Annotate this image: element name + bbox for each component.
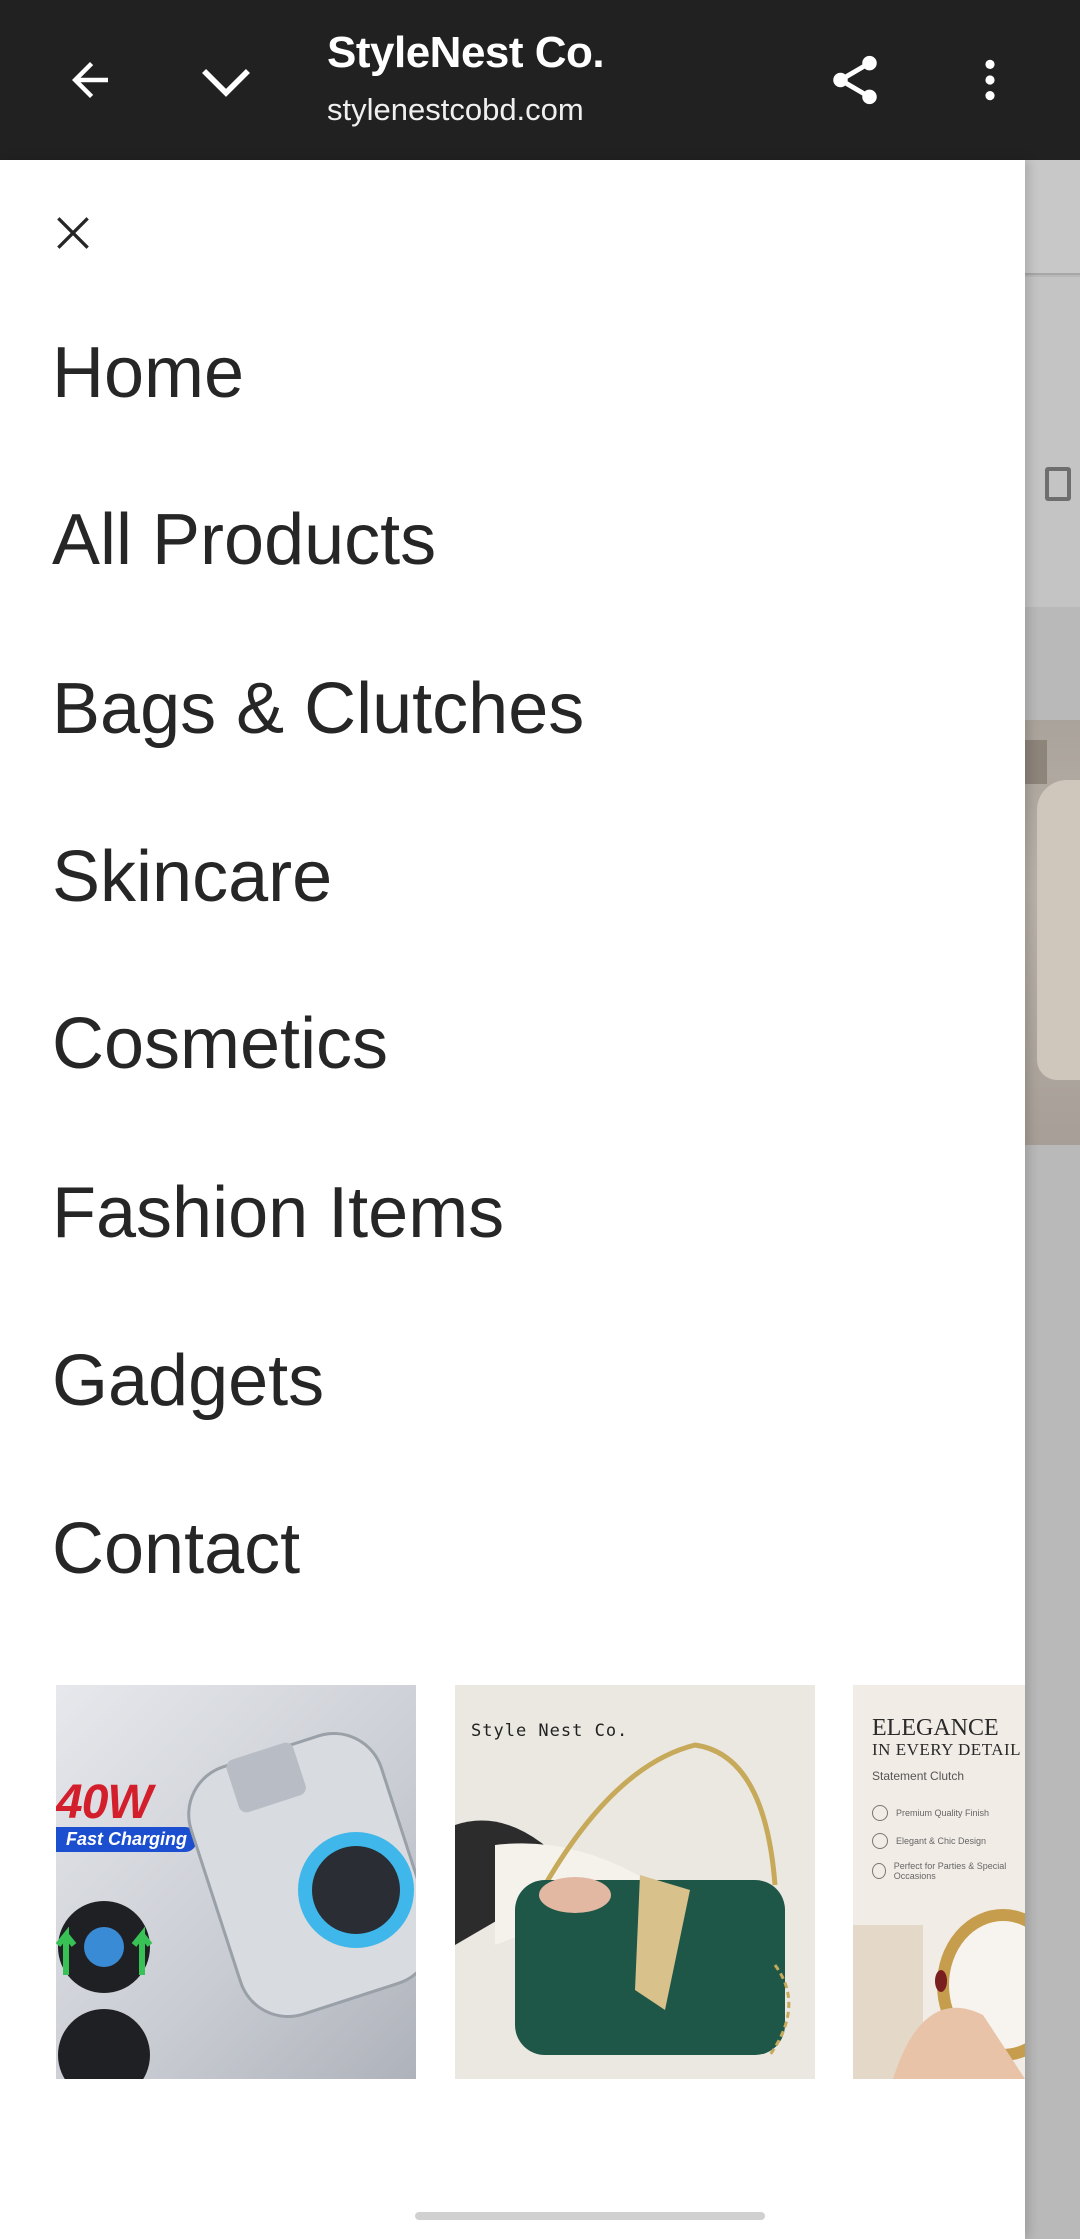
clutch-illustration <box>455 1685 815 2079</box>
page-url: stylenestcobd.com <box>327 92 584 127</box>
chevron-down-icon <box>202 68 250 97</box>
menu-item-fashion-items[interactable]: Fashion Items <box>52 1158 952 1268</box>
back-arrow-icon <box>72 62 108 98</box>
statement-clutch-illustration <box>853 1909 1025 2079</box>
menu-item-all-products[interactable]: All Products <box>52 485 952 595</box>
menu-item-gadgets[interactable]: Gadgets <box>52 1326 952 1436</box>
clutch-brand: Style Nest Co. <box>471 1721 629 1741</box>
custom-tab-toolbar: StyleNest Co. stylenestcobd.com <box>0 0 1080 160</box>
site-nav <box>1025 277 1080 607</box>
menu-item-home[interactable]: Home <box>52 318 952 428</box>
page-overlay[interactable] <box>1025 160 1080 2239</box>
product-thumb-clutch[interactable]: Style Nest Co. <box>455 1685 815 2079</box>
more-vert-icon <box>985 59 995 101</box>
hero-image <box>1025 720 1080 1145</box>
menu-item-contact[interactable]: Contact <box>52 1494 952 1604</box>
close-icon <box>57 217 89 249</box>
more-options-button[interactable] <box>950 40 1030 120</box>
product-thumb-statement-clutch[interactable]: ELEGANCE IN EVERY DETAIL Statement Clutc… <box>853 1685 1025 2079</box>
menu-item-bags-clutches[interactable]: Bags & Clutches <box>52 654 952 764</box>
gesture-nav-handle[interactable] <box>415 2212 765 2220</box>
share-icon <box>833 55 877 105</box>
close-menu-button[interactable] <box>40 200 106 266</box>
menu-item-skincare[interactable]: Skincare <box>52 822 952 932</box>
person-figure <box>1037 780 1080 1080</box>
back-button[interactable] <box>50 40 130 120</box>
site-header <box>1025 160 1080 275</box>
minimize-button[interactable] <box>186 40 266 120</box>
cart-icon <box>1045 467 1071 501</box>
charger-illustration <box>56 1731 416 2079</box>
menu-item-cosmetics[interactable]: Cosmetics <box>52 989 952 1099</box>
product-thumb-charger[interactable]: 40W Fast Charging <box>56 1685 416 2079</box>
page-title: StyleNest Co. <box>327 28 605 77</box>
person-head <box>1025 740 1047 784</box>
share-button[interactable] <box>815 40 895 120</box>
